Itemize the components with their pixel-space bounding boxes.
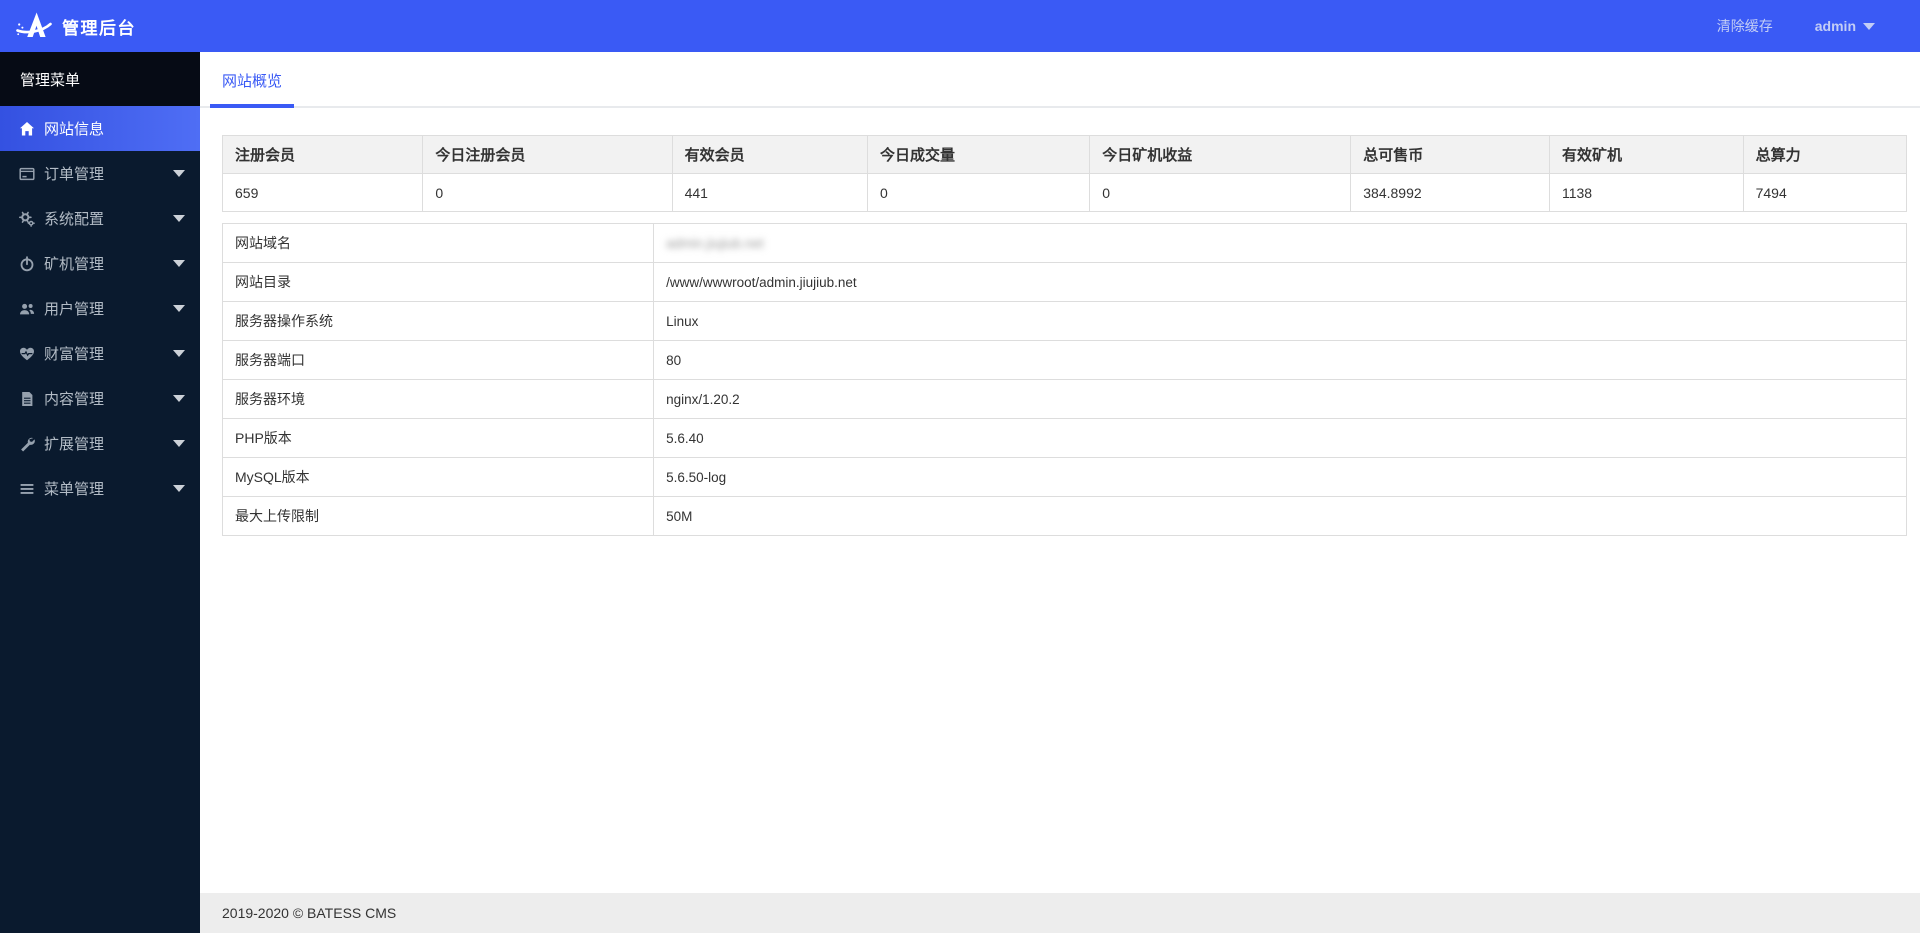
info-value: 5.6.40 (653, 418, 1907, 458)
bars-icon (19, 481, 36, 497)
username-label: admin (1814, 18, 1856, 34)
info-label: MySQL版本 (221, 457, 655, 497)
tab-bar: 网站概览 (200, 52, 1920, 108)
cogs-icon (19, 211, 36, 227)
stats-value-cell: 441 (671, 173, 868, 212)
info-value: Linux (653, 301, 1907, 341)
sidebar-item-label: 系统配置 (44, 211, 105, 228)
info-value: /www/wwwroot/admin.jiujiub.net (653, 262, 1907, 302)
chevron-down-icon (173, 440, 185, 447)
chevron-down-icon (173, 260, 185, 267)
stats-value-cell: 659 (221, 173, 424, 212)
table-row: 服务器端口 80 (221, 340, 1907, 380)
info-label: 服务器操作系统 (221, 301, 655, 341)
copyright-text: 2019-2020 © BATESS CMS (222, 905, 397, 921)
chevron-down-icon (1863, 22, 1875, 30)
main-content: 网站概览 注册会员 今日注册会员 有效会员 今日成交量 今日矿机收益 总可售币 … (200, 52, 1920, 933)
stats-value-cell: 1138 (1548, 173, 1744, 212)
stats-value-cell: 0 (866, 173, 1091, 212)
heartbeat-icon (19, 346, 36, 362)
stats-header-cell: 有效矿机 (1548, 135, 1744, 174)
stats-header-cell: 今日注册会员 (422, 135, 673, 174)
stats-value-cell: 0 (1089, 173, 1352, 212)
file-icon (19, 391, 36, 407)
info-value: admin.jiujiub.net (653, 223, 1907, 263)
chevron-down-icon (173, 395, 185, 402)
sidebar-item-label: 订单管理 (44, 166, 105, 183)
sidebar-item-label: 矿机管理 (44, 256, 105, 273)
table-row: 网站域名 admin.jiujiub.net (221, 223, 1907, 263)
top-header-bar: 管理后台 清除缓存 admin (0, 0, 1920, 52)
stats-value-cell: 7494 (1742, 173, 1908, 212)
stats-value-cell: 384.8992 (1350, 173, 1550, 212)
blurred-domain-value: admin.jiujiub.net (666, 235, 764, 251)
chevron-down-icon (173, 215, 185, 222)
sidebar-item-content[interactable]: 内容管理 (0, 376, 200, 421)
stats-header-cell: 今日矿机收益 (1089, 135, 1352, 174)
info-label: 服务器环境 (221, 379, 655, 419)
sidebar-nav: 管理菜单 网站信息 订单管理 系统配置 矿机管理 用户管理 财富管理 内容管理 … (0, 52, 200, 933)
info-table: 网站域名 admin.jiujiub.net 网站目录 /www/wwwroot… (221, 223, 1907, 536)
chevron-down-icon (173, 485, 185, 492)
info-label: 最大上传限制 (221, 496, 655, 536)
info-value: 50M (653, 496, 1907, 536)
sidebar-item-label: 扩展管理 (44, 436, 105, 453)
app-title: 管理后台 (62, 18, 136, 38)
table-row: 网站目录 /www/wwwroot/admin.jiujiub.net (221, 262, 1907, 302)
stats-header-cell: 注册会员 (221, 135, 424, 174)
app-logo-icon (14, 8, 54, 44)
window-icon (19, 166, 36, 182)
sidebar-item-users[interactable]: 用户管理 (0, 286, 200, 331)
power-icon (19, 255, 36, 272)
chevron-down-icon (173, 170, 185, 177)
stats-value-row: 659 0 441 0 0 384.8992 1138 7494 (221, 173, 1908, 212)
stats-header-row: 注册会员 今日注册会员 有效会员 今日成交量 今日矿机收益 总可售币 有效矿机 … (221, 135, 1908, 174)
sidebar-item-miners[interactable]: 矿机管理 (0, 241, 200, 286)
stats-header-cell: 总算力 (1742, 135, 1908, 174)
clear-cache-button[interactable]: 清除缓存 (1717, 16, 1773, 36)
table-row: MySQL版本 5.6.50-log (221, 457, 1907, 497)
chevron-down-icon (173, 350, 185, 357)
table-row: PHP版本 5.6.40 (221, 418, 1907, 458)
stats-header-cell: 有效会员 (671, 135, 868, 174)
stats-header-cell: 今日成交量 (866, 135, 1091, 174)
sidebar-item-system-config[interactable]: 系统配置 (0, 196, 200, 241)
info-label: PHP版本 (221, 418, 655, 458)
sidebar-item-menus[interactable]: 菜单管理 (0, 466, 200, 511)
sidebar-item-label: 用户管理 (44, 301, 105, 318)
sidebar-item-orders[interactable]: 订单管理 (0, 151, 200, 196)
table-row: 服务器环境 nginx/1.20.2 (221, 379, 1907, 419)
stats-value-cell: 0 (422, 173, 673, 212)
info-label: 服务器端口 (221, 340, 655, 380)
content-area: 注册会员 今日注册会员 有效会员 今日成交量 今日矿机收益 总可售币 有效矿机 … (200, 108, 1920, 893)
users-icon (19, 301, 36, 317)
table-row: 服务器操作系统 Linux (221, 301, 1907, 341)
tab-site-overview[interactable]: 网站概览 (210, 70, 295, 108)
info-label: 网站域名 (221, 223, 655, 263)
sidebar-item-label: 内容管理 (44, 391, 105, 408)
home-icon (19, 121, 36, 137)
wrench-icon (19, 436, 36, 452)
table-row: 最大上传限制 50M (221, 496, 1907, 536)
info-label: 网站目录 (221, 262, 655, 302)
info-value: nginx/1.20.2 (653, 379, 1907, 419)
chevron-down-icon (173, 305, 185, 312)
stats-header-cell: 总可售币 (1350, 135, 1550, 174)
topbar-actions: 清除缓存 admin (1717, 16, 1920, 36)
sidebar-menu-header: 管理菜单 (0, 52, 200, 106)
sidebar-item-label: 财富管理 (44, 346, 105, 363)
brand: 管理后台 (0, 8, 200, 44)
stats-table: 注册会员 今日注册会员 有效会员 今日成交量 今日矿机收益 总可售币 有效矿机 … (221, 135, 1908, 212)
footer-bar: 2019-2020 © BATESS CMS (200, 893, 1920, 933)
user-dropdown[interactable]: admin (1815, 18, 1875, 34)
sidebar-item-extensions[interactable]: 扩展管理 (0, 421, 200, 466)
sidebar-item-label: 网站信息 (44, 121, 105, 138)
sidebar-item-site-info[interactable]: 网站信息 (0, 106, 200, 151)
info-value: 5.6.50-log (653, 457, 1907, 497)
sidebar-item-wealth[interactable]: 财富管理 (0, 331, 200, 376)
info-value: 80 (653, 340, 1907, 380)
sidebar-item-label: 菜单管理 (44, 481, 105, 498)
